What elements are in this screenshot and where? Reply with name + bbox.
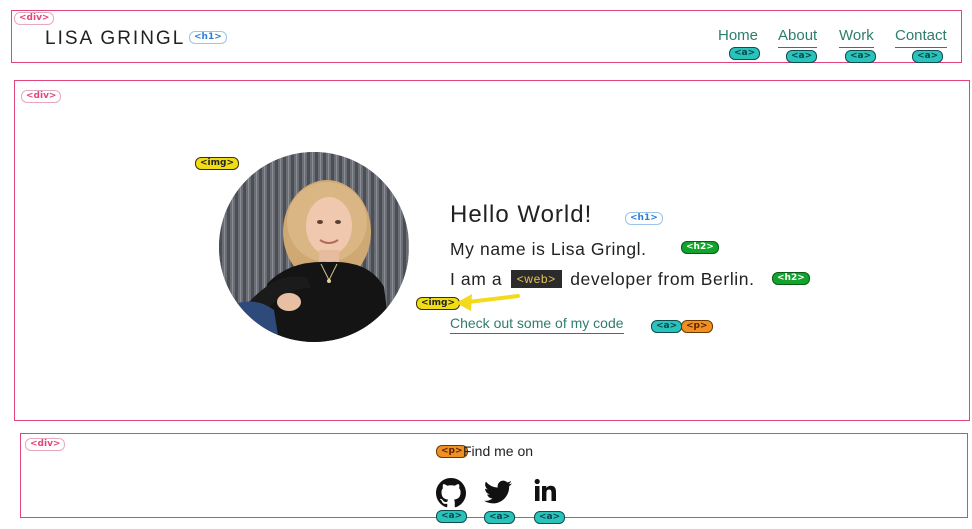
web-badge: <web>: [510, 270, 562, 288]
a-tag-badge: <a>: [484, 511, 516, 524]
twitter-icon: [484, 480, 512, 504]
twitter-link[interactable]: [484, 478, 514, 508]
linkedin-link[interactable]: [533, 478, 563, 508]
p-tag-badge: <p>: [681, 320, 713, 333]
a-tag-badge: <a>: [729, 47, 761, 60]
linkedin-icon: [534, 478, 556, 501]
a-tag-badge: <a>: [651, 320, 683, 333]
hero-greeting: Hello World!: [450, 201, 593, 228]
profile-photo-illustration: [219, 152, 409, 342]
github-link[interactable]: [436, 478, 466, 508]
a-tag-badge: <a>: [786, 50, 818, 63]
nav-work[interactable]: Work: [839, 27, 874, 48]
h2-tag-badge: <h2>: [772, 272, 810, 285]
a-tag-badge: <a>: [912, 50, 944, 63]
nav-home[interactable]: Home: [718, 27, 758, 47]
a-tag-badge: <a>: [436, 510, 468, 523]
profile-photo: [219, 152, 409, 342]
github-icon: [436, 478, 466, 508]
annotation-arrow-icon: [456, 294, 520, 311]
div-tag-badge: <div>: [21, 90, 62, 103]
a-tag-badge: <a>: [845, 50, 877, 63]
code-link[interactable]: Check out some of my code: [450, 315, 624, 334]
h1-tag-badge: <h1>: [189, 31, 227, 44]
img-tag-badge: <img>: [195, 157, 239, 170]
find-me-text: Find me on: [463, 443, 534, 459]
a-tag-badge: <a>: [534, 511, 566, 524]
hero-role-line: I am a <web> developer from Berlin.: [450, 269, 755, 290]
h1-tag-badge: <h1>: [625, 212, 663, 225]
role-suffix: developer from Berlin.: [570, 269, 755, 289]
nav-contact[interactable]: Contact: [895, 27, 947, 48]
div-tag-badge: <div>: [25, 438, 66, 451]
nav-about[interactable]: About: [778, 27, 818, 48]
site-logo: LISA GRINGL: [45, 28, 186, 49]
h2-tag-badge: <h2>: [681, 241, 719, 254]
div-tag-badge: <div>: [14, 12, 55, 25]
role-prefix: I am a: [450, 269, 503, 289]
hero-name-line: My name is Lisa Gringl.: [450, 239, 647, 259]
